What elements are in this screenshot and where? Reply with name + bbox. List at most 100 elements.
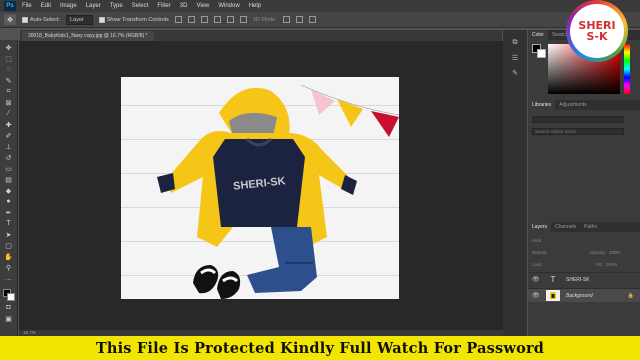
hue-slider[interactable] bbox=[624, 44, 630, 94]
tab-channels[interactable]: Channels bbox=[551, 222, 580, 232]
screen-mode-icon[interactable]: ▣ bbox=[2, 313, 16, 324]
menu-type[interactable]: Type bbox=[110, 3, 123, 9]
layer-row-text[interactable]: 👁 T SHERI-SK bbox=[528, 272, 640, 286]
menu-file[interactable]: File bbox=[22, 3, 32, 9]
brush-settings-icon[interactable]: ✎ bbox=[510, 68, 521, 77]
blend-mode-dropdown[interactable]: Normal bbox=[532, 250, 547, 255]
3d-rotate-icon[interactable] bbox=[282, 16, 290, 23]
auto-select-option[interactable]: Auto-Select: bbox=[22, 16, 60, 23]
layers-panel-tabs: Layers Channels Paths bbox=[528, 222, 640, 232]
channel-logo-inner: SHERI S-K bbox=[570, 4, 624, 58]
quick-mask-icon[interactable]: ◘ bbox=[2, 302, 16, 313]
auto-select-checkbox[interactable] bbox=[22, 16, 28, 23]
panel-dock: ⧉ ☰ ✎ bbox=[503, 30, 527, 336]
menu-edit[interactable]: Edit bbox=[41, 3, 51, 9]
layer-row-background[interactable]: 👁 Background 🔒 bbox=[528, 288, 640, 302]
type-icon[interactable]: T bbox=[2, 218, 16, 229]
layer-name[interactable]: SHERI-SK bbox=[566, 277, 590, 283]
menu-select[interactable]: Select bbox=[132, 3, 149, 9]
dodge-icon[interactable]: ● bbox=[2, 196, 16, 207]
eyedropper-icon[interactable]: ⁄ bbox=[2, 108, 16, 119]
right-shoe bbox=[217, 271, 241, 299]
align-center-icon[interactable] bbox=[226, 16, 234, 23]
marquee-icon[interactable]: ⬚ bbox=[2, 53, 16, 64]
path-select-icon[interactable]: ➤ bbox=[2, 229, 16, 240]
align-top-icon[interactable] bbox=[174, 16, 182, 23]
library-dropdown[interactable] bbox=[532, 116, 624, 123]
move-tool-icon[interactable]: ✥ bbox=[4, 14, 16, 25]
panel-color-swatches[interactable] bbox=[532, 44, 546, 58]
tab-adjustments[interactable]: Adjustments bbox=[555, 100, 591, 110]
eraser-icon[interactable]: ▭ bbox=[2, 163, 16, 174]
layer-filter-row[interactable]: Kind bbox=[532, 236, 541, 244]
tab-libraries[interactable]: Libraries bbox=[528, 100, 556, 110]
options-bar: ✥ Auto-Select: Layer Show Transform Cont… bbox=[0, 12, 640, 28]
brush-icon[interactable]: ✐ bbox=[2, 130, 16, 141]
menu-window[interactable]: Window bbox=[218, 3, 239, 9]
menu-view[interactable]: View bbox=[196, 3, 209, 9]
move-icon[interactable]: ✥ bbox=[2, 42, 16, 53]
3d-roll-icon[interactable] bbox=[295, 16, 303, 23]
zoom-icon[interactable]: ⚲ bbox=[2, 262, 16, 273]
align-middle-icon[interactable] bbox=[187, 16, 195, 23]
document-tab[interactable]: 30018_BabyKids1_Navy copy.jpg @ 16.7% (R… bbox=[22, 31, 154, 41]
show-transform-label: Show Transform Controls bbox=[106, 16, 169, 23]
menu-image[interactable]: Image bbox=[60, 3, 77, 9]
properties-icon[interactable]: ☰ bbox=[510, 53, 521, 62]
background-color-swatch[interactable] bbox=[6, 293, 15, 301]
protection-banner-text: This File Is Protected Kindly Full Watch… bbox=[95, 339, 545, 357]
libraries-panel-tabs: Libraries Adjustments bbox=[528, 100, 640, 110]
layers-panel: Layers Channels Paths Kind Normal Opacit… bbox=[528, 222, 640, 336]
gradient-icon[interactable]: ▤ bbox=[2, 174, 16, 185]
menu-3d[interactable]: 3D bbox=[180, 3, 188, 9]
lock-label: Lock: bbox=[532, 261, 543, 267]
visibility-eye-icon[interactable]: 👁 bbox=[532, 292, 540, 299]
visibility-eye-icon[interactable]: 👁 bbox=[532, 276, 540, 283]
menu-filter[interactable]: Filter bbox=[157, 3, 170, 9]
blend-row: Normal Opacity: 100% bbox=[532, 248, 621, 256]
healing-brush-icon[interactable]: ✚ bbox=[2, 119, 16, 130]
frame-icon[interactable]: ⊠ bbox=[2, 97, 16, 108]
filter-kind-dropdown[interactable]: Kind bbox=[532, 238, 541, 243]
menu-layer[interactable]: Layer bbox=[86, 3, 101, 9]
crop-icon[interactable]: ⌗ bbox=[2, 86, 16, 97]
auto-select-dropdown[interactable]: Layer bbox=[65, 14, 93, 25]
menu-bar: Ps File Edit Image Layer Type Select Fil… bbox=[0, 0, 640, 12]
show-transform-option[interactable]: Show Transform Controls bbox=[98, 16, 169, 23]
3d-mode-label: 3D Mode: bbox=[252, 16, 277, 23]
more-tools-icon[interactable]: … bbox=[2, 273, 16, 284]
channel-logo: SHERI S-K bbox=[566, 0, 628, 62]
right-panels: Color Swatches Libraries Adjustments Sea… bbox=[528, 30, 640, 336]
layer-name[interactable]: Background bbox=[566, 293, 593, 299]
library-search-input[interactable]: Search Adobe Stock bbox=[532, 128, 624, 135]
show-transform-checkbox[interactable] bbox=[98, 16, 105, 23]
pen-icon[interactable]: ✒ bbox=[2, 207, 16, 218]
lasso-icon[interactable]: ◌ bbox=[2, 64, 16, 75]
menu-help[interactable]: Help bbox=[249, 3, 261, 9]
blur-icon[interactable]: ◆ bbox=[2, 185, 16, 196]
canvas-area[interactable]: SHERI-SK bbox=[19, 41, 503, 336]
shape-icon[interactable]: ▢ bbox=[2, 240, 16, 251]
text-layer-icon: T bbox=[550, 275, 556, 284]
history-icon[interactable]: ⧉ bbox=[510, 38, 521, 47]
3d-drag-icon[interactable] bbox=[308, 16, 316, 23]
fill-label: Fill: bbox=[595, 261, 603, 267]
color-swatches[interactable] bbox=[2, 288, 16, 302]
document-canvas[interactable]: SHERI-SK bbox=[121, 77, 399, 299]
auto-select-label: Auto-Select: bbox=[30, 16, 60, 23]
fill-value[interactable]: 100% bbox=[606, 262, 618, 267]
align-right-icon[interactable] bbox=[239, 16, 247, 23]
tab-color[interactable]: Color bbox=[528, 30, 548, 40]
photo-artwork: SHERI-SK bbox=[157, 84, 399, 299]
tab-paths[interactable]: Paths bbox=[580, 222, 601, 232]
protection-banner: This File Is Protected Kindly Full Watch… bbox=[0, 336, 640, 360]
history-brush-icon[interactable]: ↺ bbox=[2, 152, 16, 163]
tab-layers[interactable]: Layers bbox=[528, 222, 552, 232]
opacity-value[interactable]: 100% bbox=[609, 250, 621, 255]
align-left-icon[interactable] bbox=[213, 16, 221, 23]
quick-select-icon[interactable]: ✎ bbox=[2, 75, 16, 86]
hand-icon[interactable]: ✋ bbox=[2, 251, 16, 262]
photoshop-logo[interactable]: Ps bbox=[4, 1, 16, 11]
clone-stamp-icon[interactable]: ⊥ bbox=[2, 141, 16, 152]
align-bottom-icon[interactable] bbox=[200, 16, 208, 23]
